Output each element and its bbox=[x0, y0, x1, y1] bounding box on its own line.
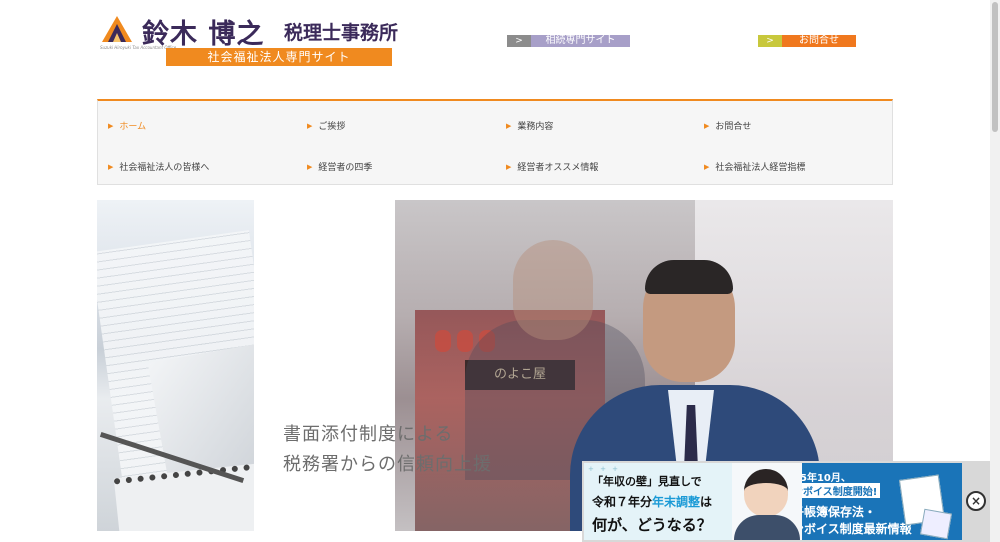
logo-mark-icon bbox=[102, 16, 132, 42]
hero-caption-line1: 書面添付制度による bbox=[283, 424, 454, 445]
nav-item-label: ホーム bbox=[119, 122, 147, 132]
bullet-icon: ▶ bbox=[307, 121, 313, 130]
nav-item-label: 経営者オススメ情報 bbox=[517, 163, 599, 173]
chevron-right-icon: > bbox=[507, 35, 531, 47]
nav-item-label: 業務内容 bbox=[517, 122, 554, 132]
nav-item-management-index[interactable]: ▶ 社会福祉法人経営指標 bbox=[704, 160, 806, 174]
nav-item-greeting[interactable]: ▶ ご挨拶 bbox=[307, 119, 346, 133]
person-face-icon bbox=[744, 469, 788, 517]
hero-ghost-head bbox=[513, 240, 593, 340]
banner-line: 令和７年分年末調整は bbox=[592, 493, 712, 510]
nav-item-label: お問合せ bbox=[715, 122, 752, 132]
close-icon[interactable]: × bbox=[966, 491, 986, 511]
nav-item-contact[interactable]: ▶ お問合せ bbox=[704, 119, 752, 133]
global-nav: ▶ ホーム ▶ ご挨拶 ▶ 業務内容 ▶ お問合せ ▶ 社会福祉法人の皆様へ ▶… bbox=[97, 99, 893, 185]
nav-item-recommended[interactable]: ▶ 経営者オススメ情報 bbox=[506, 160, 599, 174]
logo-office: 税理士事務所 bbox=[284, 22, 399, 44]
floating-banner: + + + 「年収の壁」見直しで 令和７年分年末調整は 何が、どうなる？ 令和5… bbox=[582, 461, 990, 542]
contact-label: お問合せ bbox=[782, 35, 856, 47]
banner-text: 令和７年分 bbox=[592, 495, 653, 509]
bullet-icon: ▶ bbox=[506, 121, 512, 130]
pdf-icon bbox=[919, 508, 953, 540]
nav-item-social-welfare[interactable]: ▶ 社会福祉法人の皆様へ bbox=[108, 160, 210, 174]
bullet-icon: ▶ bbox=[704, 121, 710, 130]
banner-text: は bbox=[700, 495, 713, 509]
hero-caption-line2: 税務署からの信頼向上援 bbox=[283, 454, 492, 475]
nav-item-four-seasons[interactable]: ▶ 経営者の四季 bbox=[307, 160, 373, 174]
bullet-icon: ▶ bbox=[506, 162, 512, 171]
nav-item-services[interactable]: ▶ 業務内容 bbox=[506, 119, 554, 133]
logo-english: Suzuki Hiroyuki Tax Accountant Office bbox=[100, 45, 177, 50]
banner-person bbox=[732, 463, 802, 540]
nav-item-label: 経営者の四季 bbox=[318, 163, 373, 173]
nav-item-label: ご挨拶 bbox=[318, 122, 346, 132]
person-suit-icon bbox=[734, 515, 800, 540]
bullet-icon: ▶ bbox=[108, 162, 114, 171]
banner-highlight: 年末調整 bbox=[652, 495, 701, 509]
scrollbar-thumb[interactable] bbox=[992, 2, 998, 132]
inheritance-site-link[interactable]: > 相続専門サイト bbox=[507, 35, 630, 47]
hero-caption: 書面添付制度による 税務署からの信頼向上援 bbox=[283, 420, 492, 480]
hero-person-hair bbox=[645, 260, 733, 294]
hero-lantern bbox=[435, 330, 451, 352]
logo-subtitle: 社会福祉法人専門サイト bbox=[166, 48, 392, 66]
page-scrollbar[interactable] bbox=[990, 0, 1000, 542]
bullet-icon: ▶ bbox=[704, 162, 710, 171]
banner-line: 何が、どうなる？ bbox=[592, 516, 712, 534]
bullet-icon: ▶ bbox=[108, 121, 114, 130]
hero-image-documents bbox=[97, 200, 254, 531]
nav-item-label: 社会福祉法人の皆様へ bbox=[119, 163, 210, 173]
inheritance-site-label: 相続専門サイト bbox=[531, 35, 630, 47]
nav-item-home[interactable]: ▶ ホーム bbox=[108, 119, 147, 133]
chevron-right-icon: > bbox=[758, 35, 782, 47]
bullet-icon: ▶ bbox=[307, 162, 313, 171]
hero-lantern bbox=[457, 330, 473, 352]
banner-line: 「年収の壁」見直しで bbox=[592, 475, 702, 488]
stars-decoration: + + + bbox=[588, 465, 621, 473]
contact-link[interactable]: > お問合せ bbox=[758, 35, 856, 47]
site-logo[interactable]: 鈴木 博之 税理士事務所 Suzuki Hiroyuki Tax Account… bbox=[100, 12, 420, 67]
nav-item-label: 社会福祉法人経営指標 bbox=[715, 163, 806, 173]
